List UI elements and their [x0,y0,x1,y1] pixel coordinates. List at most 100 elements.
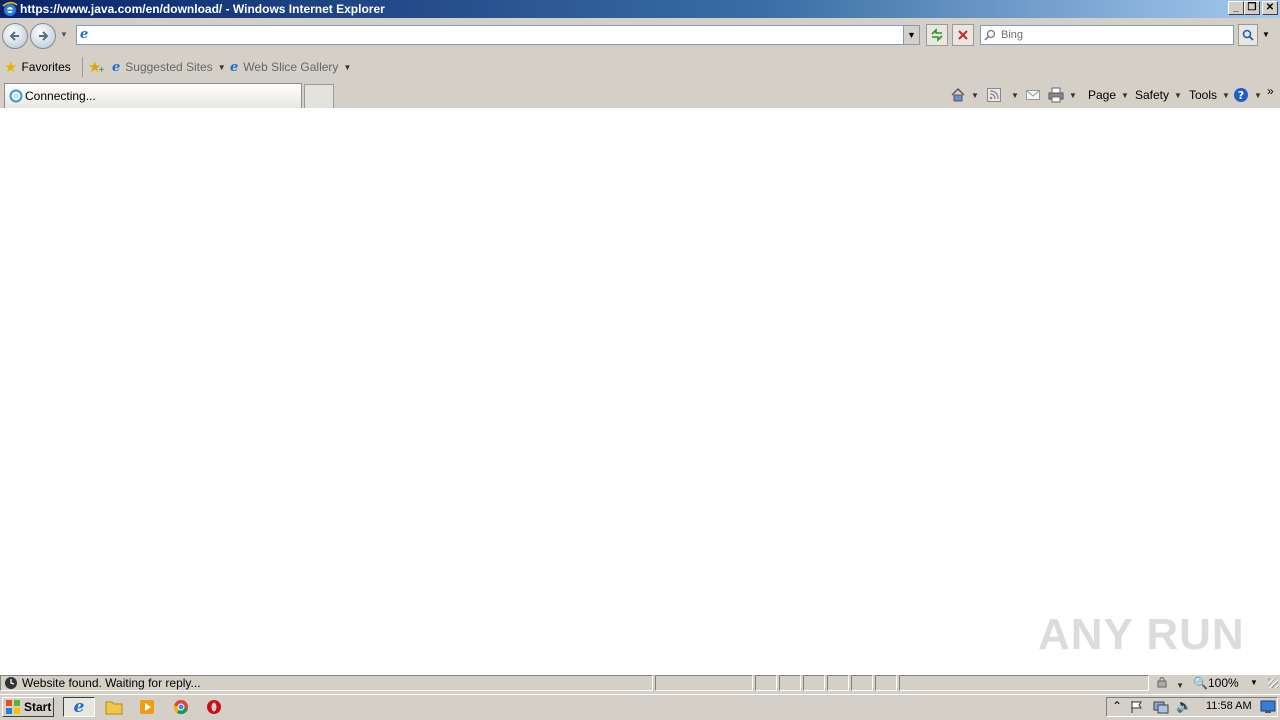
volume-icon[interactable]: 🔈 [1176,698,1192,714]
back-arrow-icon [9,31,19,41]
address-bar[interactable]: e ▼ [76,25,920,45]
loading-spinner-icon [9,89,23,103]
ie-taskbar-icon: e [73,697,85,717]
help-icon: ? [1234,88,1248,102]
printer-icon [1048,87,1064,103]
minimize-button[interactable]: _ [1228,1,1244,15]
favorites-divider [82,57,83,77]
window-title: https://www.java.com/en/download/ - Wind… [20,2,385,16]
svg-text:?: ? [1238,89,1244,102]
help-menu[interactable]: ? ▼ [1233,86,1262,104]
media-player-icon [140,700,154,714]
taskbar-clock[interactable]: 11:58 AM [1206,700,1252,712]
rss-feed-icon [987,88,1001,102]
refresh-icon [931,28,943,42]
feeds-caret-icon: ▼ [1011,90,1019,100]
start-label: Start [24,700,52,714]
safety-menu-label: Safety [1135,88,1170,102]
favorites-star-icon: ★ [4,59,18,76]
status-zone-pane [899,675,1149,691]
status-pane [875,675,897,691]
stop-button[interactable] [952,24,974,46]
resize-grip-icon[interactable] [1268,678,1278,688]
tab-label: Connecting... [25,89,96,103]
favorites-button[interactable]: ★ Favorites [4,58,71,76]
taskbar-media-player[interactable] [133,697,161,717]
home-icon [951,88,965,102]
zoom-dropdown[interactable]: ▼ [1250,678,1258,687]
address-dropdown-button[interactable]: ▼ [903,26,919,44]
search-placeholder: Bing [1001,29,1024,41]
back-button[interactable] [2,23,28,49]
taskbar-explorer[interactable] [100,697,128,717]
taskbar-chrome[interactable] [167,697,195,717]
help-caret-icon: ▼ [1254,90,1262,100]
action-center-flag-icon[interactable] [1130,700,1144,714]
web-slice-caret-icon: ▼ [343,62,352,72]
tools-menu-label: Tools [1189,88,1218,102]
suggested-sites-ie-icon: e [112,59,121,75]
bing-search-icon [984,29,996,41]
anyrun-watermark: ANY RUN [1038,610,1245,659]
start-button[interactable]: Start [2,697,54,717]
suggested-sites-link[interactable]: e Suggested Sites ▼ [112,58,226,76]
stop-x-icon [958,30,968,40]
close-button[interactable]: ✕ [1262,1,1278,15]
web-slice-gallery-label: Web Slice Gallery [243,60,339,74]
suggested-sites-caret-icon: ▼ [217,62,226,72]
tools-menu[interactable]: Tools ▼ [1189,86,1230,104]
more-commands-chevron-icon[interactable]: » [1267,82,1274,100]
feeds-button[interactable]: ▼ [987,86,1019,104]
zoom-level[interactable]: 100% [1208,676,1239,690]
page-menu[interactable]: Page ▼ [1088,86,1129,104]
network-icon[interactable] [1153,699,1169,715]
read-mail-button[interactable] [1026,86,1040,104]
page-favicon-icon: e [80,27,89,42]
status-pane [755,675,777,691]
protected-mode-caret-icon: ▼ [1176,681,1184,690]
title-bar[interactable]: https://www.java.com/en/download/ - Wind… [0,0,1280,18]
search-options-dropdown[interactable]: ▼ [1262,30,1270,39]
chrome-icon [173,700,188,715]
home-caret-icon: ▼ [971,90,979,100]
ie-logo-icon [2,1,18,16]
status-progress-pane [655,675,753,691]
status-main-pane [0,675,653,691]
safety-menu[interactable]: Safety ▼ [1135,86,1182,104]
refresh-button[interactable] [926,24,948,46]
maximize-button[interactable]: ❐ [1244,1,1260,15]
lock-icon [1157,677,1167,688]
windows-logo-icon [6,700,20,714]
recent-pages-dropdown[interactable]: ▼ [60,30,68,39]
print-button[interactable]: ▼ [1048,86,1077,104]
web-slice-gallery-link[interactable]: e Web Slice Gallery ▼ [230,58,351,76]
taskbar-opera[interactable] [200,697,228,717]
status-pane [851,675,873,691]
show-hidden-icons-chevron-icon[interactable]: ⌃ [1112,699,1122,713]
opera-icon [207,700,221,714]
web-slice-ie-icon: e [230,59,239,75]
mail-icon [1026,90,1040,100]
forward-button[interactable] [30,23,56,49]
search-icon [1242,29,1254,41]
tab-connecting[interactable]: Connecting... [4,83,302,108]
status-pane [827,675,849,691]
add-to-favorites-bar-button[interactable]: ★ + [88,58,104,76]
safety-caret-icon: ▼ [1174,90,1182,100]
new-tab-button[interactable] [304,84,334,108]
taskbar-internet-explorer[interactable]: e [63,697,95,717]
status-pane [803,675,825,691]
page-content[interactable] [0,108,1280,674]
page-caret-icon: ▼ [1121,90,1129,100]
search-button[interactable] [1238,24,1258,46]
suggested-sites-label: Suggested Sites [125,60,213,74]
home-button[interactable]: ▼ [950,86,979,104]
show-desktop-icon[interactable] [1260,700,1276,714]
print-caret-icon: ▼ [1069,90,1077,100]
protected-mode-button[interactable]: ▼ [1156,676,1184,691]
search-box[interactable]: Bing [980,25,1234,45]
status-pane [779,675,801,691]
folder-icon [105,701,123,715]
tools-caret-icon: ▼ [1222,90,1230,100]
forward-arrow-icon [39,31,49,41]
